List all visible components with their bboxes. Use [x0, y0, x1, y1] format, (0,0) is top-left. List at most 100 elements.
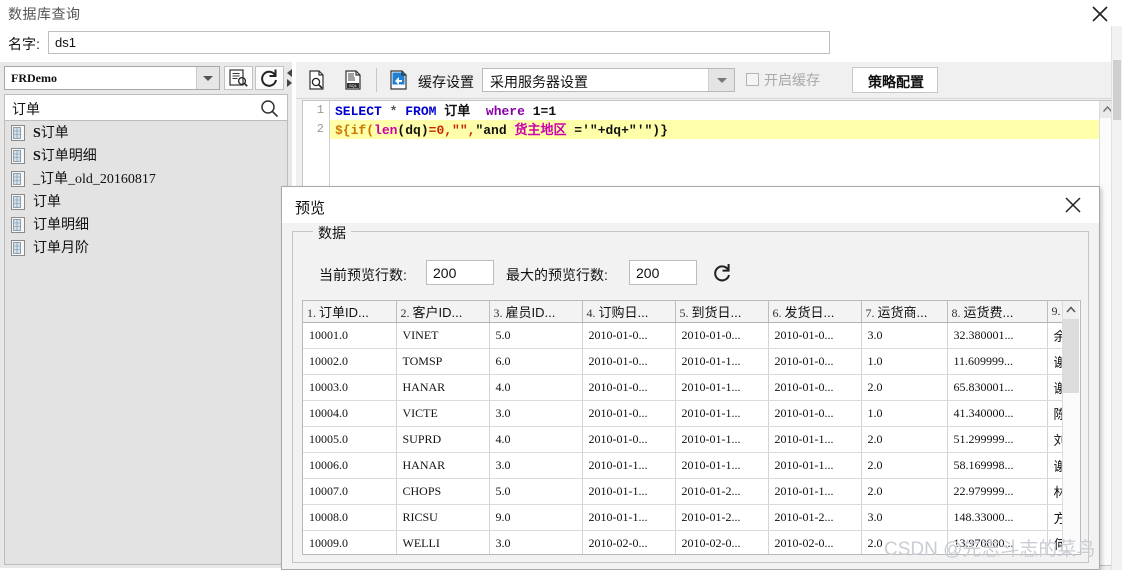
table-cell[interactable]: 2010-01-0... [582, 348, 676, 375]
table-cell[interactable]: 2.0 [861, 530, 948, 554]
sql-document-icon[interactable]: SQL [342, 69, 366, 91]
cache-mode-select[interactable]: 采用服务器设置 [482, 68, 735, 92]
table-cell[interactable]: 3.0 [861, 504, 948, 531]
list-item[interactable]: S订单明细 [5, 144, 287, 167]
name-input[interactable] [48, 31, 830, 54]
table-row[interactable]: 10009.0 WELLI 3.0 2010-02-0... 2010-02-0... 2… [303, 530, 1080, 554]
table-cell[interactable]: 10004.0 [303, 400, 397, 427]
column-header[interactable]: 7. 运货商... [861, 301, 948, 323]
list-item[interactable]: _订单_old_20160817 [5, 167, 287, 190]
table-cell[interactable]: 2010-01-0... [582, 322, 676, 349]
table-row[interactable]: 10005.0 SUPRD 4.0 2010-01-0... 2010-01-1... 2… [303, 426, 1080, 453]
table-cell[interactable]: 2010-01-0... [675, 322, 769, 349]
table-cell[interactable]: 2010-01-1... [675, 400, 769, 427]
table-cell[interactable]: 2010-02-0... [582, 530, 676, 554]
chevron-down-icon[interactable] [708, 69, 734, 91]
table-cell[interactable]: 3.0 [489, 452, 583, 479]
table-cell[interactable]: 2010-01-0... [768, 322, 862, 349]
column-header[interactable]: 5. 到货日... [675, 301, 769, 323]
table-cell[interactable]: 10003.0 [303, 374, 397, 401]
table-cell[interactable]: 5.0 [489, 478, 583, 505]
table-cell[interactable]: 1.0 [861, 348, 948, 375]
table-cell[interactable]: 10008.0 [303, 504, 397, 531]
table-cell[interactable]: RICSU [396, 504, 490, 531]
preview-data-grid[interactable]: 1. 订单ID... 2. 客户ID... 3. 雇员ID... 4. 订购日.… [302, 300, 1081, 555]
table-cell[interactable]: 2010-01-1... [768, 478, 862, 505]
column-header[interactable]: 3. 雇员ID... [489, 301, 583, 323]
column-header[interactable]: 4. 订购日... [582, 301, 676, 323]
checkbox-box[interactable] [746, 73, 759, 86]
close-icon[interactable] [1088, 2, 1112, 24]
table-cell[interactable]: 2010-01-1... [582, 504, 676, 531]
database-select[interactable]: FRDemo [4, 66, 220, 90]
table-cell[interactable]: 51.299999... [947, 426, 1048, 453]
table-cell[interactable]: 2010-01-2... [675, 478, 769, 505]
refresh-button[interactable] [255, 66, 284, 90]
column-header[interactable]: 6. 发货日... [768, 301, 862, 323]
table-cell[interactable]: VICTE [396, 400, 490, 427]
table-row[interactable]: 10001.0 VINET 5.0 2010-01-0... 2010-01-0... 2… [303, 322, 1080, 349]
search-icon[interactable] [260, 99, 279, 121]
table-cell[interactable]: 6.0 [489, 348, 583, 375]
table-cell[interactable]: 2010-02-0... [768, 530, 862, 554]
scroll-up-icon[interactable] [1063, 301, 1079, 319]
table-cell[interactable]: 41.340000... [947, 400, 1048, 427]
table-cell[interactable]: VINET [396, 322, 490, 349]
table-row[interactable]: 10003.0 HANAR 4.0 2010-01-0... 2010-01-1... 2… [303, 374, 1080, 401]
table-cell[interactable]: 2.0 [861, 452, 948, 479]
table-cell[interactable]: 2010-01-1... [768, 426, 862, 453]
grid-scrollbar[interactable] [1062, 301, 1080, 554]
table-cell[interactable]: 2010-01-0... [768, 374, 862, 401]
preview-magnifier-icon[interactable] [306, 69, 330, 91]
list-item[interactable]: 订单 [5, 190, 287, 213]
table-cell[interactable]: SUPRD [396, 426, 490, 453]
table-row[interactable]: 10008.0 RICSU 9.0 2010-01-1... 2010-01-2... 2… [303, 504, 1080, 531]
panel-scroll-arrows[interactable] [287, 67, 295, 89]
table-row[interactable]: 10002.0 TOMSP 6.0 2010-01-0... 2010-01-1... 2… [303, 348, 1080, 375]
table-cell[interactable]: 2010-01-0... [768, 348, 862, 375]
table-cell[interactable]: 2010-01-1... [675, 426, 769, 453]
table-cell[interactable]: 13.970000... [947, 530, 1048, 554]
column-header[interactable]: 2. 客户ID... [396, 301, 490, 323]
table-cell[interactable]: 10001.0 [303, 322, 397, 349]
table-cell[interactable]: 4.0 [489, 374, 583, 401]
table-cell[interactable]: 2010-01-2... [768, 504, 862, 531]
table-cell[interactable]: 4.0 [489, 426, 583, 453]
table-cell[interactable]: 2010-01-0... [582, 374, 676, 401]
table-cell[interactable]: 10007.0 [303, 478, 397, 505]
table-cell[interactable]: HANAR [396, 452, 490, 479]
table-cell[interactable]: 2010-01-1... [675, 452, 769, 479]
table-cell[interactable]: 10006.0 [303, 452, 397, 479]
column-header[interactable]: 8. 运货费... [947, 301, 1048, 323]
table-cell[interactable]: 2010-01-0... [768, 400, 862, 427]
table-cell[interactable]: 10009.0 [303, 530, 397, 554]
scrollbar-thumb[interactable] [1113, 60, 1121, 120]
table-cell[interactable]: 2010-01-2... [675, 504, 769, 531]
table-cell[interactable]: 32.380001... [947, 322, 1048, 349]
table-cell[interactable]: 2010-01-1... [582, 452, 676, 479]
table-search-input[interactable]: 订单 [4, 94, 288, 121]
table-cell[interactable]: 3.0 [489, 400, 583, 427]
column-header[interactable]: 1. 订单ID... [303, 301, 397, 323]
table-cell[interactable]: 65.830001... [947, 374, 1048, 401]
table-cell[interactable]: 10002.0 [303, 348, 397, 375]
max-rows-input[interactable] [629, 260, 697, 285]
scrollbar-thumb[interactable] [1063, 319, 1079, 393]
table-cell[interactable]: 3.0 [489, 530, 583, 554]
table-cell[interactable]: 2.0 [861, 374, 948, 401]
table-cell[interactable]: 2010-02-0... [675, 530, 769, 554]
table-cell[interactable]: 2010-01-1... [582, 478, 676, 505]
table-row[interactable]: 10006.0 HANAR 3.0 2010-01-1... 2010-01-1... 2… [303, 452, 1080, 479]
list-item[interactable]: 订单月阶 [5, 236, 287, 259]
table-cell[interactable]: 2010-01-1... [675, 374, 769, 401]
table-cell[interactable]: 2010-01-1... [675, 348, 769, 375]
close-icon[interactable] [1063, 195, 1089, 219]
table-cell[interactable]: WELLI [396, 530, 490, 554]
refresh-icon[interactable] [711, 262, 735, 284]
table-cell[interactable]: HANAR [396, 374, 490, 401]
table-cell[interactable]: 148.33000... [947, 504, 1048, 531]
table-list[interactable]: S订单 S订单明细 _订单_old_20160817 订单 订单明细 订单月阶 [4, 121, 288, 565]
current-rows-input[interactable] [426, 260, 494, 285]
table-cell[interactable]: 2010-01-0... [582, 426, 676, 453]
table-row[interactable]: 10004.0 VICTE 3.0 2010-01-0... 2010-01-1... 2… [303, 400, 1080, 427]
